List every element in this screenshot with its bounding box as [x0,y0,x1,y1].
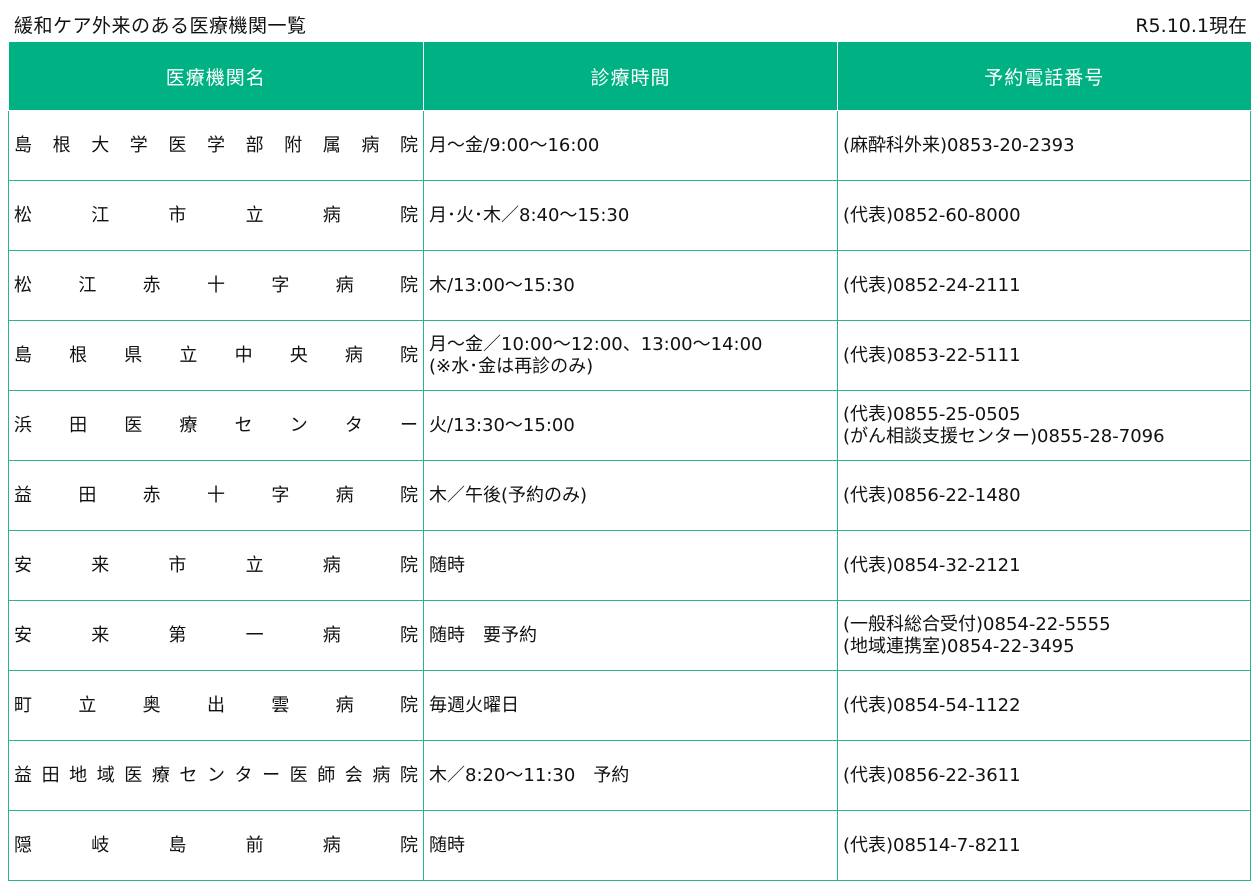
phone-cell: (代表)0854-32-2121 [837,530,1251,601]
hours-line: (※水･金は再診のみ) [429,355,594,377]
hours-cell: 月･火･木／8:40～15:30 [423,180,838,251]
phone-line: (一般科総合受付)0854-22-5555 [843,613,1111,635]
table-row: 島根大学医学部附属病院月～金/9:00～16:00 (麻酔科外来)0853-20-… [8,110,1251,181]
institution-name: 町立奥出雲病院 [14,694,418,716]
institution-name: 松江赤十字病院 [14,274,418,296]
table-row: 益田赤十字病院木／午後(予約のみ) (代表)0856-22-1480 [8,460,1251,531]
institution-name: 隠岐島前病院 [14,834,418,856]
table-header-row: 医療機関名 診療時間 予約電話番号 [8,42,1251,111]
hours-line: 月～金／10:00～12:00、13:00～14:00 [429,333,763,355]
institution-name-cell: 安来市立病院 [8,530,424,601]
institution-name-cell: 町立奥出雲病院 [8,670,424,741]
hours-cell: 火/13:30～15:00 [423,390,838,461]
phone-line: (代表)0852-24-2111 [843,274,1021,296]
institution-name-cell: 益田地域医療センター医師会病院 [8,740,424,811]
table-row: 浜田医療センター火/13:30～15:00 (代表)0855-25-0505 (がん… [8,390,1251,461]
clinic-table: 医療機関名 診療時間 予約電話番号 島根大学医学部附属病院月～金/9:00～16… [8,42,1251,881]
institution-name-cell: 益田赤十字病院 [8,460,424,531]
hours-line: 木/13:00～15:30 [429,274,575,296]
table-row: 益田地域医療センター医師会病院木／8:20～11:30 予約 (代表)0856-2… [8,740,1251,811]
phone-cell: (一般科総合受付)0854-22-5555 (地域連携室)0854-22-3495 [837,600,1251,671]
table-row: 島根県立中央病院月～金／10:00～12:00、13:00～14:00 (※水･金… [8,320,1251,391]
table-row: 松江市立病院月･火･木／8:40～15:30 (代表)0852-60-8000 [8,180,1251,251]
hours-line: 毎週火曜日 [429,694,519,716]
table-row: 安来第一病院随時 要予約 (一般科総合受付)0854-22-5555 (地域連携室)… [8,600,1251,671]
phone-cell: (代表)0856-22-1480 [837,460,1251,531]
phone-line: (地域連携室)0854-22-3495 [843,635,1075,657]
hours-cell: 月～金／10:00～12:00、13:00～14:00 (※水･金は再診のみ) [423,320,838,391]
phone-line: (代表)0853-22-5111 [843,344,1021,366]
table-row: 安来市立病院随時 (代表)0854-32-2121 [8,530,1251,601]
phone-line: (代表)0854-32-2121 [843,554,1021,576]
phone-line: (代表)0856-22-3611 [843,764,1021,786]
hours-cell: 随時 [423,530,838,601]
phone-cell: (代表)08514-7-8211 [837,810,1251,881]
institution-name: 益田赤十字病院 [14,484,418,506]
institution-name-cell: 浜田医療センター [8,390,424,461]
hours-cell: 月～金/9:00～16:00 [423,110,838,181]
hours-line: 月･火･木／8:40～15:30 [429,204,630,226]
hours-line: 木／8:20～11:30 予約 [429,764,630,786]
institution-name: 浜田医療センター [14,414,418,436]
institution-name-cell: 隠岐島前病院 [8,810,424,881]
hours-line: 随時 [429,554,465,576]
phone-line: (代表)08514-7-8211 [843,834,1021,856]
table-row: 松江赤十字病院木/13:00～15:30 (代表)0852-24-2111 [8,250,1251,321]
hours-line: 随時 [429,834,465,856]
hours-cell: 木／8:20～11:30 予約 [423,740,838,811]
column-header-name: 医療機関名 [8,42,424,111]
phone-cell: (麻酔科外来)0853-20-2393 [837,110,1251,181]
institution-name: 益田地域医療センター医師会病院 [14,764,418,786]
hours-line: 随時 要予約 [429,624,537,646]
phone-line: (麻酔科外来)0853-20-2393 [843,134,1075,156]
phone-cell: (代表)0854-54-1122 [837,670,1251,741]
phone-cell: (代表)0852-60-8000 [837,180,1251,251]
table-body: 島根大学医学部附属病院月～金/9:00～16:00 (麻酔科外来)0853-20-… [8,110,1251,881]
institution-name: 松江市立病院 [14,204,418,226]
phone-line: (代表)0854-54-1122 [843,694,1021,716]
hours-line: 木／午後(予約のみ) [429,484,588,506]
document-title: 緩和ケア外来のある医療機関一覧 [14,15,307,37]
phone-cell: (代表)0852-24-2111 [837,250,1251,321]
phone-line: (がん相談支援センター)0855-28-7096 [843,425,1165,447]
institution-name-cell: 松江市立病院 [8,180,424,251]
phone-line: (代表)0856-22-1480 [843,484,1021,506]
institution-name: 安来市立病院 [14,554,418,576]
phone-line: (代表)0852-60-8000 [843,204,1021,226]
table-row: 隠岐島前病院随時 (代表)08514-7-8211 [8,810,1251,881]
institution-name-cell: 島根県立中央病院 [8,320,424,391]
as-of-date: R5.10.1現在 [1135,15,1247,37]
hours-cell: 随時 [423,810,838,881]
institution-name: 島根県立中央病院 [14,344,418,366]
institution-name: 島根大学医学部附属病院 [14,134,418,156]
institution-name: 安来第一病院 [14,624,418,646]
hours-line: 火/13:30～15:00 [429,414,575,436]
hours-cell: 木/13:00～15:30 [423,250,838,321]
phone-cell: (代表)0856-22-3611 [837,740,1251,811]
column-header-hours: 診療時間 [423,42,838,111]
institution-name-cell: 安来第一病院 [8,600,424,671]
hours-cell: 随時 要予約 [423,600,838,671]
phone-cell: (代表)0855-25-0505 (がん相談支援センター)0855-28-7096 [837,390,1251,461]
hours-line: 月～金/9:00～16:00 [429,134,600,156]
hours-cell: 毎週火曜日 [423,670,838,741]
institution-name-cell: 松江赤十字病院 [8,250,424,321]
hours-cell: 木／午後(予約のみ) [423,460,838,531]
column-header-phone: 予約電話番号 [837,42,1251,111]
table-row: 町立奥出雲病院毎週火曜日 (代表)0854-54-1122 [8,670,1251,741]
phone-cell: (代表)0853-22-5111 [837,320,1251,391]
institution-name-cell: 島根大学医学部附属病院 [8,110,424,181]
phone-line: (代表)0855-25-0505 [843,403,1021,425]
